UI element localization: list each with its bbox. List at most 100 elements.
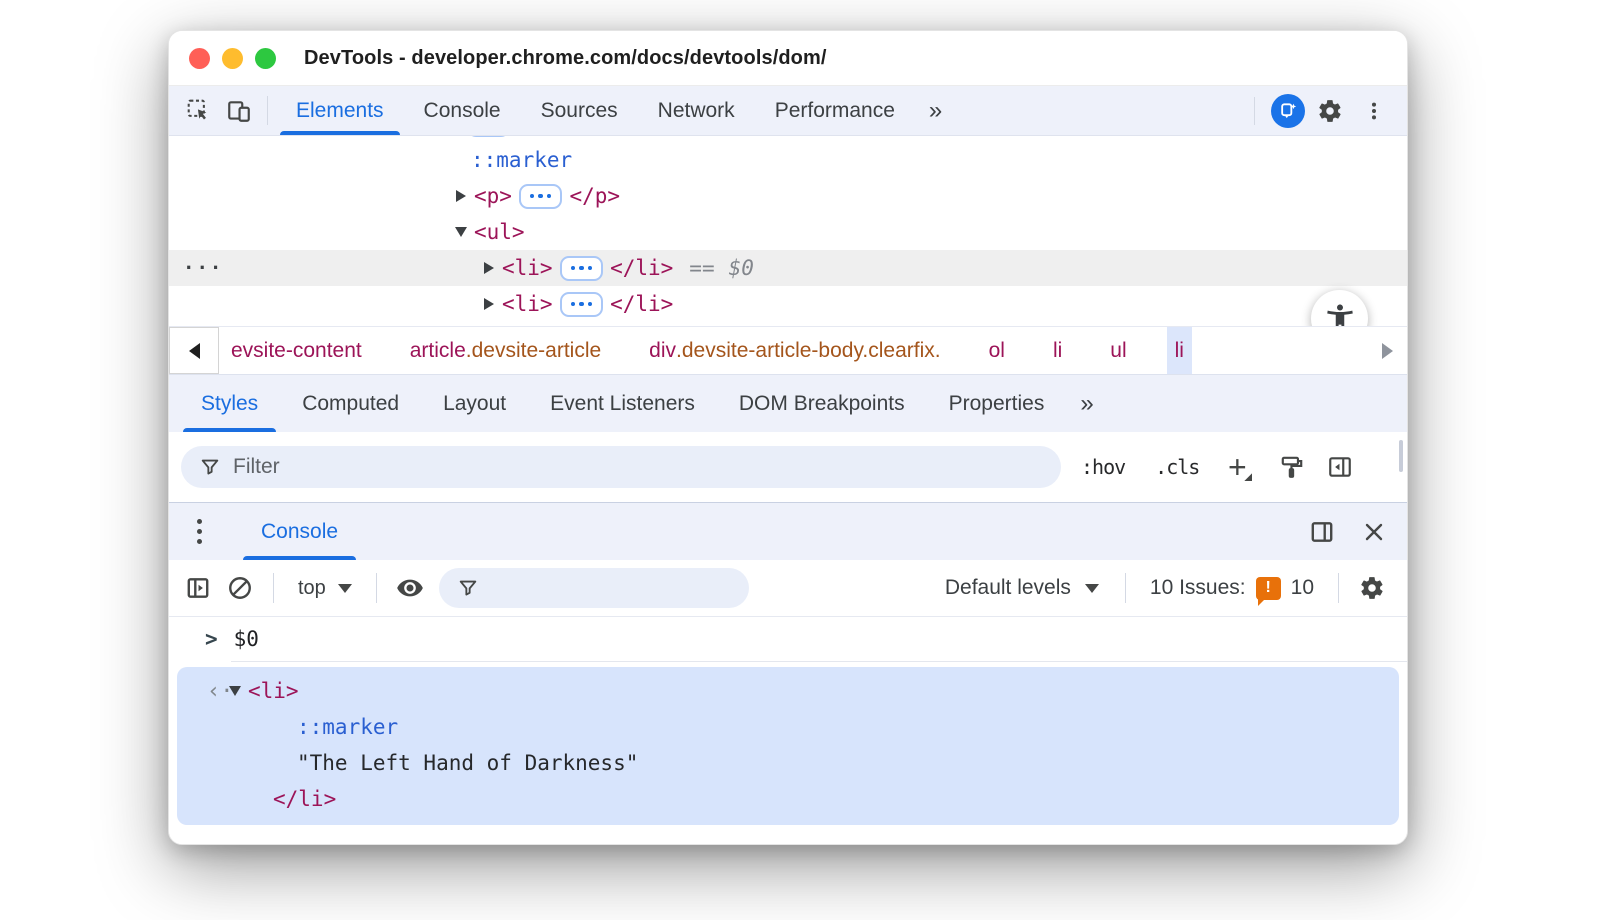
styles-filter-input[interactable] <box>233 455 1043 479</box>
drawer-header-actions <box>1303 503 1393 560</box>
desktop-background: DevTools - developer.chrome.com/docs/dev… <box>0 0 1600 920</box>
dom-node-p[interactable]: <p> </p> <box>169 178 1407 214</box>
console-settings-gear-icon[interactable] <box>1353 569 1391 607</box>
tab-network[interactable]: Network <box>638 86 755 135</box>
more-tabs-button[interactable]: » <box>915 86 954 135</box>
window-title: DevTools - developer.chrome.com/docs/dev… <box>304 46 827 69</box>
new-style-rule-button[interactable]: + <box>1219 449 1255 485</box>
collapse-arrow-icon[interactable] <box>453 190 469 202</box>
styles-sidebar-tabs: Styles Computed Layout Event Listeners D… <box>169 374 1407 432</box>
result-li-close-row[interactable]: </li> <box>177 781 1399 817</box>
toolbar-divider <box>375 573 377 603</box>
console-command-text: $0 <box>233 627 259 651</box>
dom-node-marker-pseudo[interactable]: ::marker <box>169 142 1407 178</box>
breadcrumb: evsite-content article .devsite-article d… <box>219 327 1376 374</box>
ellipsis-expand-icon[interactable] <box>559 291 604 317</box>
live-expression-eye-icon[interactable] <box>391 569 429 607</box>
element-classes-button[interactable]: .cls <box>1145 449 1209 485</box>
collapse-arrow-icon[interactable] <box>481 298 497 310</box>
clear-console-icon[interactable] <box>221 569 259 607</box>
dom-node-ul-close-clipped[interactable]: </ul> <box>169 322 1407 326</box>
collapse-arrow-icon[interactable] <box>481 262 497 274</box>
ai-assistance-icon[interactable] <box>1271 93 1305 128</box>
tab-dom-breakpoints[interactable]: DOM Breakpoints <box>717 375 927 432</box>
breadcrumb-item[interactable]: div .devsite-article-body.clearfix. <box>641 327 948 374</box>
console-toolbar: top Default levels 10 Issues: ! 10 <box>169 560 1407 617</box>
ellipsis-expand-icon[interactable] <box>518 183 563 209</box>
inspect-element-icon[interactable] <box>179 86 219 135</box>
dom-node-li-selected[interactable]: ··· <li> </li> == $0 <box>169 250 1407 286</box>
tab-styles[interactable]: Styles <box>179 375 280 432</box>
tab-performance[interactable]: Performance <box>755 86 915 135</box>
expand-arrow-icon[interactable] <box>227 686 243 696</box>
styles-filter-field[interactable] <box>181 446 1061 488</box>
node-options-dots-icon[interactable]: ··· <box>183 257 223 279</box>
filter-funnel-icon <box>457 577 479 599</box>
styles-toolbar: :hov .cls + <box>169 432 1407 502</box>
issue-warning-icon: ! <box>1255 576 1281 606</box>
split-panel-icon[interactable] <box>1303 513 1341 551</box>
toolbar-divider <box>1124 573 1126 603</box>
toggle-sidebar-panel-icon[interactable] <box>1321 448 1359 486</box>
drawer-menu-kebab-icon[interactable] <box>179 503 219 560</box>
zoom-window-button[interactable] <box>255 47 276 69</box>
drawer-header: Console <box>169 502 1407 560</box>
devtools-window: DevTools - developer.chrome.com/docs/dev… <box>168 30 1408 845</box>
close-drawer-icon[interactable] <box>1355 513 1393 551</box>
paint-roller-icon[interactable] <box>1273 448 1311 486</box>
result-text-row[interactable]: "The Left Hand of Darkness" <box>177 745 1399 781</box>
result-marker-row[interactable]: ::marker <box>177 709 1399 745</box>
breadcrumb-item[interactable]: ul <box>1102 327 1134 374</box>
breadcrumb-item-selected[interactable]: li <box>1166 327 1192 374</box>
tab-properties[interactable]: Properties <box>927 375 1067 432</box>
toolbar-divider <box>267 96 268 125</box>
settings-gear-icon[interactable] <box>1311 92 1349 130</box>
show-console-sidebar-icon[interactable] <box>179 569 217 607</box>
tab-layout[interactable]: Layout <box>421 375 528 432</box>
breadcrumb-item[interactable]: li <box>1045 327 1070 374</box>
ellipsis-expand-icon[interactable] <box>466 136 511 137</box>
tab-elements[interactable]: Elements <box>276 86 404 135</box>
breadcrumb-item[interactable]: article .devsite-article <box>402 327 609 374</box>
chevron-down-icon <box>1084 583 1099 593</box>
console-command-entry[interactable]: > $0 <box>169 617 1407 661</box>
scrollbar-thumb[interactable] <box>1399 440 1403 472</box>
breadcrumb-back-button[interactable] <box>169 327 219 374</box>
toolbar-divider <box>1338 573 1339 603</box>
breadcrumb-item[interactable]: evsite-content <box>223 327 370 374</box>
issues-counter-button[interactable]: 10 Issues: ! 10 <box>1140 576 1324 606</box>
elements-dom-tree: <li> </li> ::marker <p> </p> <ul> ··· <l… <box>169 136 1407 326</box>
dom-node-li[interactable]: <li> </li> <box>169 286 1407 322</box>
console-filter-field[interactable] <box>438 568 749 608</box>
main-panel-tabs: Elements Console Sources Network Perform… <box>276 86 915 135</box>
tab-computed[interactable]: Computed <box>280 375 421 432</box>
main-menu-kebab-icon[interactable] <box>1355 92 1393 130</box>
minimize-window-button[interactable] <box>222 47 243 69</box>
tab-sources[interactable]: Sources <box>521 86 638 135</box>
toggle-element-state-button[interactable]: :hov <box>1071 449 1135 485</box>
breadcrumb-item[interactable]: ol <box>981 327 1013 374</box>
accessibility-icon <box>1323 302 1357 326</box>
breadcrumb-forward-icon[interactable] <box>1382 342 1393 359</box>
tab-console[interactable]: Console <box>404 86 521 135</box>
result-li-open-row[interactable]: ‹· <li> <box>177 673 1399 709</box>
dollar-zero-ref: $0 <box>728 256 754 280</box>
window-titlebar: DevTools - developer.chrome.com/docs/dev… <box>169 31 1407 86</box>
message-divider <box>231 661 1407 662</box>
toolbar-right-actions <box>1244 86 1393 135</box>
drawer-tab-console[interactable]: Console <box>239 503 360 560</box>
close-window-button[interactable] <box>189 47 210 69</box>
console-result-highlighted[interactable]: ‹· <li> ::marker "The Left Hand of Darkn… <box>177 667 1399 825</box>
toolbar-divider <box>1254 96 1255 125</box>
javascript-context-dropdown[interactable]: top <box>288 577 362 600</box>
default-levels-dropdown[interactable]: Default levels <box>933 576 1111 600</box>
ellipsis-expand-icon[interactable] <box>559 255 604 281</box>
more-sidebar-tabs-button[interactable]: » <box>1066 375 1105 432</box>
tab-event-listeners[interactable]: Event Listeners <box>528 375 717 432</box>
devtools-main-toolbar: Elements Console Sources Network Perform… <box>169 86 1407 136</box>
dom-node-ul[interactable]: <ul> <box>169 214 1407 250</box>
chevron-left-icon <box>188 342 200 359</box>
device-toolbar-icon[interactable] <box>219 86 259 135</box>
expand-arrow-icon[interactable] <box>453 227 469 237</box>
long-press-corner-icon <box>1244 473 1253 481</box>
